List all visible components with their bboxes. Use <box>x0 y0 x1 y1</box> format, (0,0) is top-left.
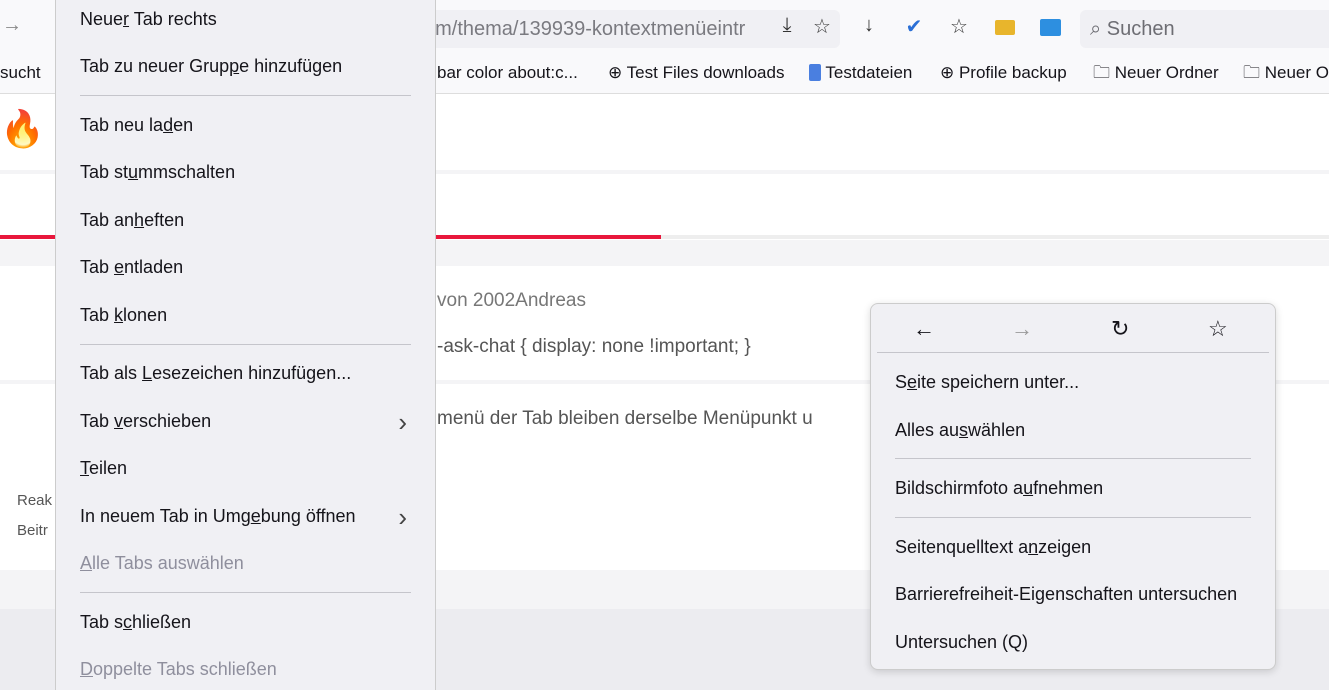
menu-item[interactable]: In neuem Tab in Umgebung öffnen <box>80 506 356 527</box>
bookmark-folder[interactable]: 🗀 Neuer O <box>1243 52 1329 94</box>
menu-item[interactable]: Tab klonen <box>80 305 167 326</box>
menu-item: Alle Tabs auswählen <box>80 553 244 574</box>
menu-item[interactable]: Seite speichern unter... <box>895 372 1079 393</box>
menu-separator <box>80 95 411 96</box>
menu-item-label: Tab neu laden <box>80 115 194 135</box>
menu-item[interactable]: Bildschirmfoto aufnehmen <box>895 478 1103 499</box>
w3c-validator-icon[interactable]: ✔ <box>900 14 928 39</box>
menu-item-label: Alle Tabs auswählen <box>80 553 244 573</box>
folder-icon: 🗀 <box>1093 63 1115 82</box>
doc-icon <box>809 64 821 81</box>
open-folder-icon[interactable] <box>995 20 1015 35</box>
menu-item-label: Doppelte Tabs schließen <box>80 659 277 679</box>
menu-item-label: In neuem Tab in Umgebung öffnen <box>80 506 356 526</box>
chevron-right-icon: › <box>398 407 407 437</box>
globe-icon: ⊕ <box>608 63 627 82</box>
bookmark[interactable]: ⊕ Profile backup <box>940 52 1067 94</box>
menu-separator <box>877 352 1269 353</box>
bookmark-star-icon[interactable]: ☆ <box>808 14 836 39</box>
chevron-right-icon: › <box>398 502 407 532</box>
menu-item-label: Tab entladen <box>80 257 184 277</box>
menu-item[interactable]: Tab neu laden <box>80 115 193 136</box>
downloads-icon[interactable]: ↓ <box>855 14 883 37</box>
globe-icon: ⊕ <box>940 63 959 82</box>
menu-item-label: Tab zu neuer Gruppe hinzufügen <box>80 56 343 76</box>
menu-separator <box>895 458 1251 459</box>
menu-item-label: Tab verschieben <box>80 411 212 431</box>
menu-item[interactable]: Untersuchen (Q) <box>895 632 1028 653</box>
post-code: -ask-chat { display: none !important; } <box>437 336 751 357</box>
bookmark-folder[interactable]: 🗀 Neuer Ordner <box>1093 52 1219 94</box>
menu-item[interactable]: Tab entladen <box>80 257 183 278</box>
menu-item[interactable]: Tab zu neuer Gruppe hinzufügen <box>80 56 342 77</box>
menu-separator <box>895 517 1251 518</box>
menu-item-label: Barrierefreiheit-Eigenschaften untersuch… <box>895 584 1238 604</box>
folder-icon: 🗀 <box>1243 63 1265 82</box>
sidebar-text: Reak <box>17 492 53 509</box>
menu-item-label: Teilen <box>80 458 128 478</box>
menu-item[interactable]: Teilen <box>80 458 127 479</box>
menu-item[interactable]: Tab schließen <box>80 612 191 633</box>
menu-item-label: Tab schließen <box>80 612 192 632</box>
save-page-icon[interactable]: ⤓ <box>773 14 801 37</box>
menu-item-label: Neuer Tab rechts <box>80 9 217 29</box>
page-context-menu: ← → ↻ ☆ Seite speichern unter... Alles au… <box>870 303 1276 670</box>
reload-icon[interactable]: ↻ <box>1111 316 1129 342</box>
menu-item-label: Tab stummschalten <box>80 162 236 182</box>
bookmarks-menu-icon[interactable]: ☆ <box>945 14 973 39</box>
post-text: menü der Tab bleiben derselbe Menüpunkt … <box>437 408 813 429</box>
menu-separator <box>80 592 411 593</box>
bookmark[interactable]: ⊕ Test Files downloads <box>608 52 784 94</box>
menu-item[interactable]: Tab als Lesezeichen hinzufügen... <box>80 363 351 384</box>
menu-item-label: Tab klonen <box>80 305 168 325</box>
bookmark[interactable]: Testdateien <box>809 52 912 94</box>
forward-icon[interactable]: → <box>1011 316 1033 342</box>
url-text: um/thema/139939-kontextmenüeintr <box>424 18 746 40</box>
tab-context-menu: Neuer Tab rechts Tab zu neuer Gruppe hinz… <box>55 0 436 690</box>
bookmark[interactable]: bar color about:c... <box>437 52 578 94</box>
menu-item-label: Untersuchen (Q) <box>895 632 1029 652</box>
sidebar-text: Beitr <box>17 522 48 539</box>
menu-item: Doppelte Tabs schließen <box>80 659 277 680</box>
menu-item-label: Bildschirmfoto aufnehmen <box>895 478 1104 498</box>
menu-item[interactable]: Alles auswählen <box>895 420 1025 441</box>
search-icon: ⌕ <box>1090 18 1107 40</box>
menu-item-label: Alles auswählen <box>895 420 1026 440</box>
menu-item-label: Tab als Lesezeichen hinzufügen... <box>80 363 352 383</box>
folder-icon[interactable] <box>1040 19 1061 36</box>
search-placeholder: Suchen <box>1106 18 1175 40</box>
menu-item[interactable]: Tab verschieben <box>80 411 211 432</box>
search-box[interactable]: ⌕ Suchen <box>1080 10 1329 48</box>
forward-icon[interactable]: → <box>2 14 22 37</box>
menu-separator <box>80 344 411 345</box>
bookmark[interactable]: sucht <box>0 52 41 94</box>
bookmark-star-icon[interactable]: ☆ <box>1208 316 1228 342</box>
menu-item[interactable]: Tab anheften <box>80 210 184 231</box>
back-icon[interactable]: ← <box>913 316 935 342</box>
menu-item-label: Tab anheften <box>80 210 185 230</box>
menu-item[interactable]: Neuer Tab rechts <box>80 9 217 30</box>
menu-item[interactable]: Barrierefreiheit-Eigenschaften untersuch… <box>895 584 1237 605</box>
menu-item-label: Seitenquelltext anzeigen <box>895 537 1092 557</box>
logo-flame-icon: 🔥 <box>0 108 45 149</box>
menu-item[interactable]: Seitenquelltext anzeigen <box>895 537 1091 558</box>
post-author: von 2002Andreas <box>437 290 586 311</box>
menu-item-label: Seite speichern unter... <box>895 372 1080 392</box>
menu-item[interactable]: Tab stummschalten <box>80 162 235 183</box>
